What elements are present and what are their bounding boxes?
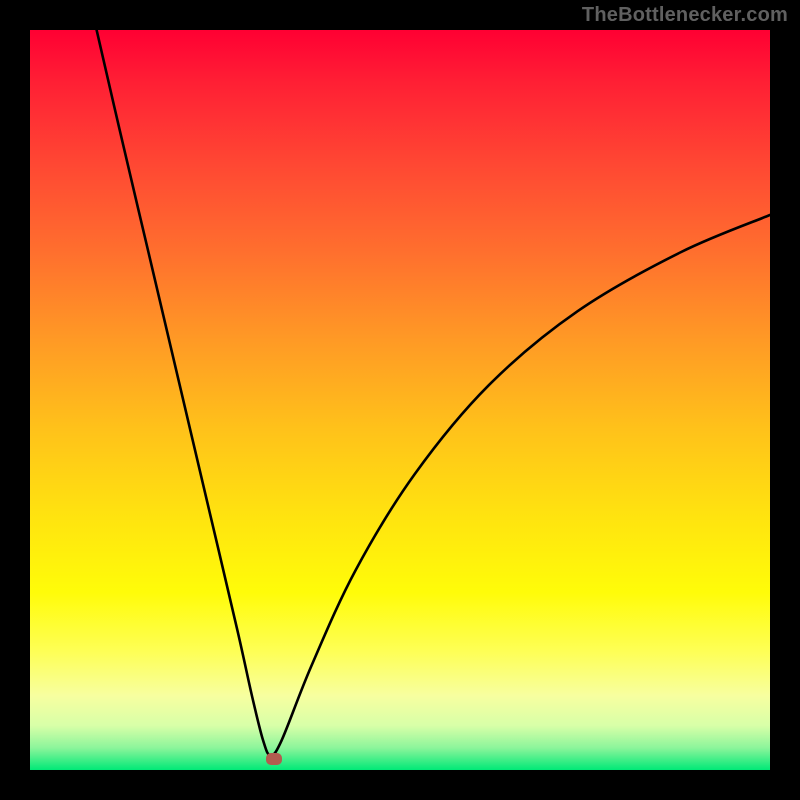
- watermark-text: TheBottlenecker.com: [582, 4, 788, 27]
- min-marker: [266, 753, 282, 765]
- plot-area: [30, 30, 770, 770]
- chart-frame: TheBottlenecker.com: [0, 0, 800, 800]
- bottleneck-curve-path: [97, 30, 770, 755]
- curve-svg: [30, 30, 770, 770]
